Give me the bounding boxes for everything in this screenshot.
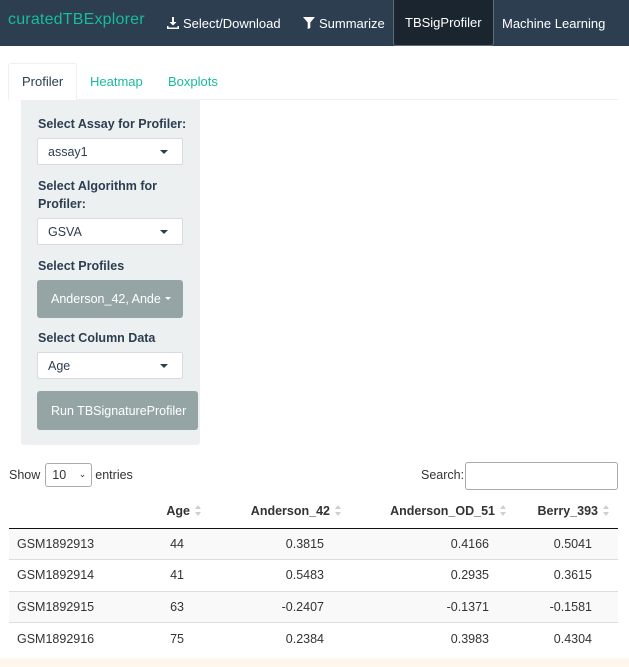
table-cell: 0.3615 xyxy=(515,559,618,591)
column-header-label: Anderson_42 xyxy=(250,503,330,518)
tab-boxplots[interactable]: Boxplots xyxy=(168,63,218,100)
table-cell: 0.4166 xyxy=(350,528,515,560)
table-cell: 0.4304 xyxy=(515,622,618,654)
assay-label: Select Assay for Profiler: xyxy=(38,117,187,131)
search-label: Search: xyxy=(421,468,465,482)
column-data-select-value: Age xyxy=(48,358,71,373)
page-length-control: Show 10 ⌄ entries xyxy=(9,462,133,487)
caret-down-icon xyxy=(160,230,168,234)
column-data-label: Select Column Data xyxy=(38,331,156,345)
chevron-down-icon: ⌄ xyxy=(78,468,87,479)
table-cell-sample: GSM1892913 xyxy=(9,528,137,560)
entries-label: entries xyxy=(95,467,133,482)
tab-profiler-label: Profiler xyxy=(22,74,64,89)
page-length-select[interactable]: 10 ⌄ xyxy=(45,462,93,487)
assay-select[interactable]: assay1 xyxy=(37,138,183,165)
caret-down-icon xyxy=(160,364,168,368)
algorithm-label-line2: Profiler: xyxy=(38,197,86,211)
table-cell: -0.2407 xyxy=(210,590,350,623)
table-cell: 41 xyxy=(137,559,210,591)
nav-summarize-label: Summarize xyxy=(319,15,385,31)
tab-heatmap-label: Heatmap xyxy=(90,74,143,89)
table-row[interactable]: GSM1892914 41 0.5483 0.2935 0.3615 xyxy=(9,559,618,591)
navbar: curatedTBExplorer Select/Download Summar… xyxy=(0,0,629,46)
column-header-anderson-od-51[interactable]: Anderson_OD_51 xyxy=(350,494,515,529)
table-row[interactable]: GSM1892915 63 -0.2407 -0.1371 -0.1581 xyxy=(9,590,618,623)
nav-tbsigprofiler[interactable]: TBSigProfiler xyxy=(393,0,494,46)
column-header-age[interactable]: Age xyxy=(137,494,210,529)
table-cell: -0.1581 xyxy=(515,590,618,623)
profiles-multiselect-value: Anderson_42, Ande xyxy=(51,292,161,306)
tab-bar: Profiler Heatmap Boxplots xyxy=(8,63,618,100)
nav-select-download[interactable]: Select/Download xyxy=(167,0,281,46)
column-data-select[interactable]: Age xyxy=(37,352,183,379)
table-cell: 63 xyxy=(137,590,210,623)
algorithm-select[interactable]: GSVA xyxy=(37,218,183,245)
table-cell: 44 xyxy=(137,528,210,560)
column-header-label: Age xyxy=(166,503,190,518)
table-row[interactable]: GSM1892913 44 0.3815 0.4166 0.5041 xyxy=(9,528,618,560)
caret-down-icon xyxy=(165,297,171,300)
nav-machine-learning-label: Machine Learning xyxy=(502,15,606,31)
table-cell: 0.2384 xyxy=(210,622,350,654)
table-row[interactable]: GSM1892916 75 0.2384 0.3983 0.4304 xyxy=(9,622,618,654)
table-header-row: Age Anderson_42 Anderson_OD_51 Berry_393 xyxy=(9,494,618,529)
filter-icon xyxy=(303,17,315,29)
nav-tbsigprofiler-label: TBSigProfiler xyxy=(405,14,482,30)
run-profiler-button[interactable]: Run TBSignatureProfiler xyxy=(37,391,198,430)
caret-down-icon xyxy=(160,150,168,154)
page-bottom-edge xyxy=(0,658,629,667)
column-header-anderson-42[interactable]: Anderson_42 xyxy=(210,494,350,529)
tab-profiler[interactable]: Profiler xyxy=(8,63,78,100)
algorithm-label-line1: Select Algorithm for xyxy=(38,179,157,193)
table-cell: -0.1371 xyxy=(350,590,515,623)
profiler-results-table: Age Anderson_42 Anderson_OD_51 Berry_393… xyxy=(9,494,618,654)
table-cell: 75 xyxy=(137,622,210,654)
column-header-label: Anderson_OD_51 xyxy=(390,503,495,518)
table-cell: 0.3983 xyxy=(350,622,515,654)
algorithm-select-value: GSVA xyxy=(48,224,82,239)
app-brand[interactable]: curatedTBExplorer xyxy=(8,11,145,29)
table-cell: 0.2935 xyxy=(350,559,515,591)
run-profiler-button-label: Run TBSignatureProfiler xyxy=(51,403,187,418)
page-length-value: 10 xyxy=(52,467,67,482)
column-header-label: Berry_393 xyxy=(537,503,598,518)
download-icon xyxy=(167,17,179,29)
profiles-multiselect[interactable]: Anderson_42, Ande xyxy=(37,280,183,318)
nav-summarize[interactable]: Summarize xyxy=(303,0,385,46)
column-header-rownames xyxy=(9,494,137,529)
table-cell-sample: GSM1892916 xyxy=(9,622,137,654)
show-label: Show xyxy=(9,467,41,482)
nav-machine-learning[interactable]: Machine Learning xyxy=(502,0,605,46)
table-cell-sample: GSM1892915 xyxy=(9,590,137,623)
table-cell-sample: GSM1892914 xyxy=(9,559,137,591)
nav-select-download-label: Select/Download xyxy=(183,15,281,31)
table-cell: 0.5041 xyxy=(515,528,618,560)
sort-icon xyxy=(335,505,342,517)
profiles-label: Select Profiles xyxy=(38,259,125,273)
sort-icon xyxy=(603,505,610,517)
sort-icon xyxy=(195,505,202,517)
tab-boxplots-label: Boxplots xyxy=(168,74,218,89)
search-input[interactable] xyxy=(465,462,618,490)
assay-select-value: assay1 xyxy=(48,144,88,159)
table-cell: 0.5483 xyxy=(210,559,350,591)
tab-heatmap[interactable]: Heatmap xyxy=(90,63,143,100)
table-cell: 0.3815 xyxy=(210,528,350,560)
algorithm-label: Select Algorithm for Profiler: xyxy=(38,177,157,213)
sort-icon xyxy=(500,505,507,517)
column-header-berry-393[interactable]: Berry_393 xyxy=(515,494,618,529)
